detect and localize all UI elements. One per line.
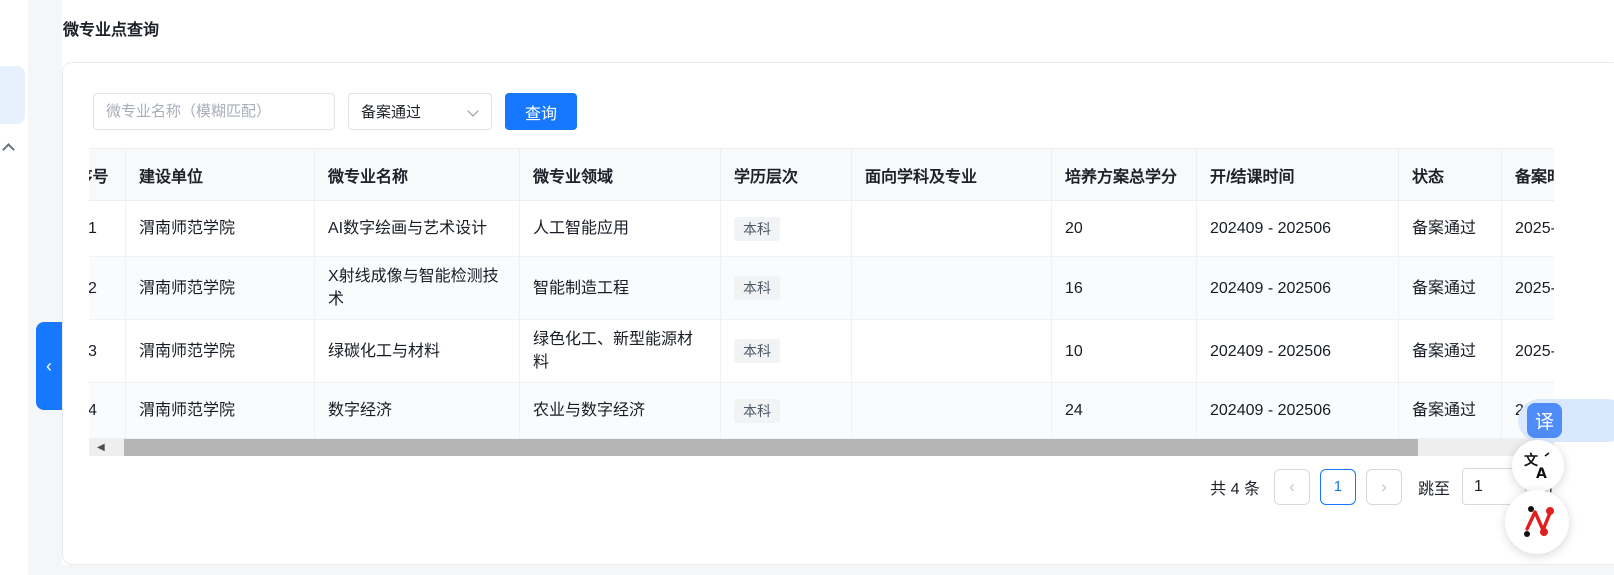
table-row: 4渭南师范学院数字经济农业与数字经济本科 24202409 - 202506备案通… [89, 383, 1554, 439]
col-period: 开/结课时间 [1197, 149, 1399, 201]
level-tag: 本科 [734, 399, 780, 423]
name-search-input[interactable] [93, 93, 335, 130]
cell-level: 本科 [721, 257, 852, 320]
cell-seq: 1 [89, 201, 126, 257]
chevron-left-icon: ‹ [1289, 477, 1295, 497]
cell-field: 绿色化工、新型能源材料 [520, 320, 721, 383]
col-majors: 面向学科及专业 [852, 149, 1052, 201]
col-credits: 培养方案总学分 [1052, 149, 1197, 201]
cell-field: 人工智能应用 [520, 201, 721, 257]
cell-record: 2025- [1502, 257, 1555, 320]
cell-status: 备案通过 [1399, 257, 1502, 320]
level-tag: 本科 [734, 276, 780, 300]
cell-credits: 10 [1052, 320, 1197, 383]
horizontal-scrollbar[interactable]: ◀ ▶ [89, 439, 1554, 456]
table-scroll-viewport: 序号建设单位微专业名称微专业领域学历层次面向学科及专业培养方案总学分开/结课时间… [89, 148, 1554, 439]
cell-seq: 4 [89, 383, 126, 439]
col-seq: 序号 [89, 149, 126, 201]
cell-credits: 16 [1052, 257, 1197, 320]
network-graph-button[interactable] [1505, 490, 1569, 554]
cell-period: 202409 - 202506 [1197, 257, 1399, 320]
scrollbar-thumb[interactable] [124, 439, 1418, 456]
filter-bar: 备案通过 查询 [93, 93, 577, 130]
col-status: 状态 [1399, 149, 1502, 201]
cell-org: 渭南师范学院 [126, 383, 315, 439]
cell-seq: 3 [89, 320, 126, 383]
pagination: 共 4 条 ‹ 1 › 跳至 页 [89, 468, 1554, 505]
pagination-page-1[interactable]: 1 [1320, 469, 1356, 505]
cell-org: 渭南师范学院 [126, 320, 315, 383]
cell-record: 2025- [1502, 201, 1555, 257]
status-select[interactable]: 备案通过 [348, 93, 492, 130]
cell-credits: 20 [1052, 201, 1197, 257]
cell-field: 农业与数字经济 [520, 383, 721, 439]
active-menu-indicator[interactable] [0, 66, 25, 124]
cell-org: 渭南师范学院 [126, 257, 315, 320]
cell-name: AI数字绘画与艺术设计 [315, 201, 520, 257]
cell-period: 202409 - 202506 [1197, 320, 1399, 383]
cell-org: 渭南师范学院 [126, 201, 315, 257]
sidebar-collapse-button[interactable]: ‹ [36, 322, 62, 410]
cell-seq: 2 [89, 257, 126, 320]
page-gutter [28, 0, 62, 575]
translate-badge-icon[interactable]: 译 [1527, 403, 1562, 438]
col-record: 备案时间 [1502, 149, 1555, 201]
pagination-next-button[interactable]: › [1366, 469, 1402, 505]
network-graph-icon [1517, 502, 1557, 542]
cell-period: 202409 - 202506 [1197, 383, 1399, 439]
translate-icon: 文 A [1523, 451, 1553, 481]
query-card: 备案通过 查询 序号建设单位微专业名称微专业领域学历层次面向学科及专业培养方案总… [62, 62, 1614, 565]
cell-status: 备案通过 [1399, 383, 1502, 439]
cell-level: 本科 [721, 383, 852, 439]
chevron-down-icon [467, 105, 478, 116]
table-area: 序号建设单位微专业名称微专业领域学历层次面向学科及专业培养方案总学分开/结课时间… [89, 148, 1554, 456]
pagination-jump-label: 跳至 [1418, 475, 1450, 499]
cell-majors [852, 201, 1052, 257]
translate-pill[interactable]: 译 [1518, 399, 1614, 442]
col-level: 学历层次 [721, 149, 852, 201]
cell-record: 2025- [1502, 320, 1555, 383]
svg-text:A: A [1536, 466, 1547, 481]
cell-status: 备案通过 [1399, 201, 1502, 257]
table-row: 3渭南师范学院绿碳化工与材料绿色化工、新型能源材料本科 10202409 - 20… [89, 320, 1554, 383]
chevron-right-icon: › [1381, 477, 1387, 497]
col-name: 微专业名称 [315, 149, 520, 201]
table-row: 2渭南师范学院X射线成像与智能检测技术智能制造工程本科 16202409 - 20… [89, 257, 1554, 320]
page-title: 微专业点查询 [63, 16, 159, 40]
cell-majors [852, 320, 1052, 383]
page-bottom-strip [28, 565, 1614, 575]
cell-period: 202409 - 202506 [1197, 201, 1399, 257]
cell-status: 备案通过 [1399, 320, 1502, 383]
cell-field: 智能制造工程 [520, 257, 721, 320]
cell-name: X射线成像与智能检测技术 [315, 257, 520, 320]
search-button[interactable]: 查询 [505, 93, 577, 130]
cell-credits: 24 [1052, 383, 1197, 439]
status-select-value: 备案通过 [361, 101, 421, 122]
scroll-left-icon[interactable]: ◀ [97, 442, 105, 453]
table-row: 1渭南师范学院AI数字绘画与艺术设计人工智能应用本科 20202409 - 202… [89, 201, 1554, 257]
chevron-up-icon[interactable] [4, 141, 15, 152]
level-tag: 本科 [734, 217, 780, 241]
left-rail [0, 0, 28, 575]
cell-level: 本科 [721, 201, 852, 257]
chevron-left-icon: ‹ [46, 356, 52, 377]
cell-majors [852, 383, 1052, 439]
translate-language-button[interactable]: 文 A [1512, 440, 1564, 492]
col-org: 建设单位 [126, 149, 315, 201]
col-field: 微专业领域 [520, 149, 721, 201]
cell-majors [852, 257, 1052, 320]
micro-major-table: 序号建设单位微专业名称微专业领域学历层次面向学科及专业培养方案总学分开/结课时间… [89, 148, 1554, 439]
pagination-prev-button[interactable]: ‹ [1274, 469, 1310, 505]
cell-name: 绿碳化工与材料 [315, 320, 520, 383]
table-header-row: 序号建设单位微专业名称微专业领域学历层次面向学科及专业培养方案总学分开/结课时间… [89, 149, 1554, 201]
cell-level: 本科 [721, 320, 852, 383]
level-tag: 本科 [734, 339, 780, 363]
pagination-total: 共 4 条 [1210, 475, 1260, 499]
cell-name: 数字经济 [315, 383, 520, 439]
